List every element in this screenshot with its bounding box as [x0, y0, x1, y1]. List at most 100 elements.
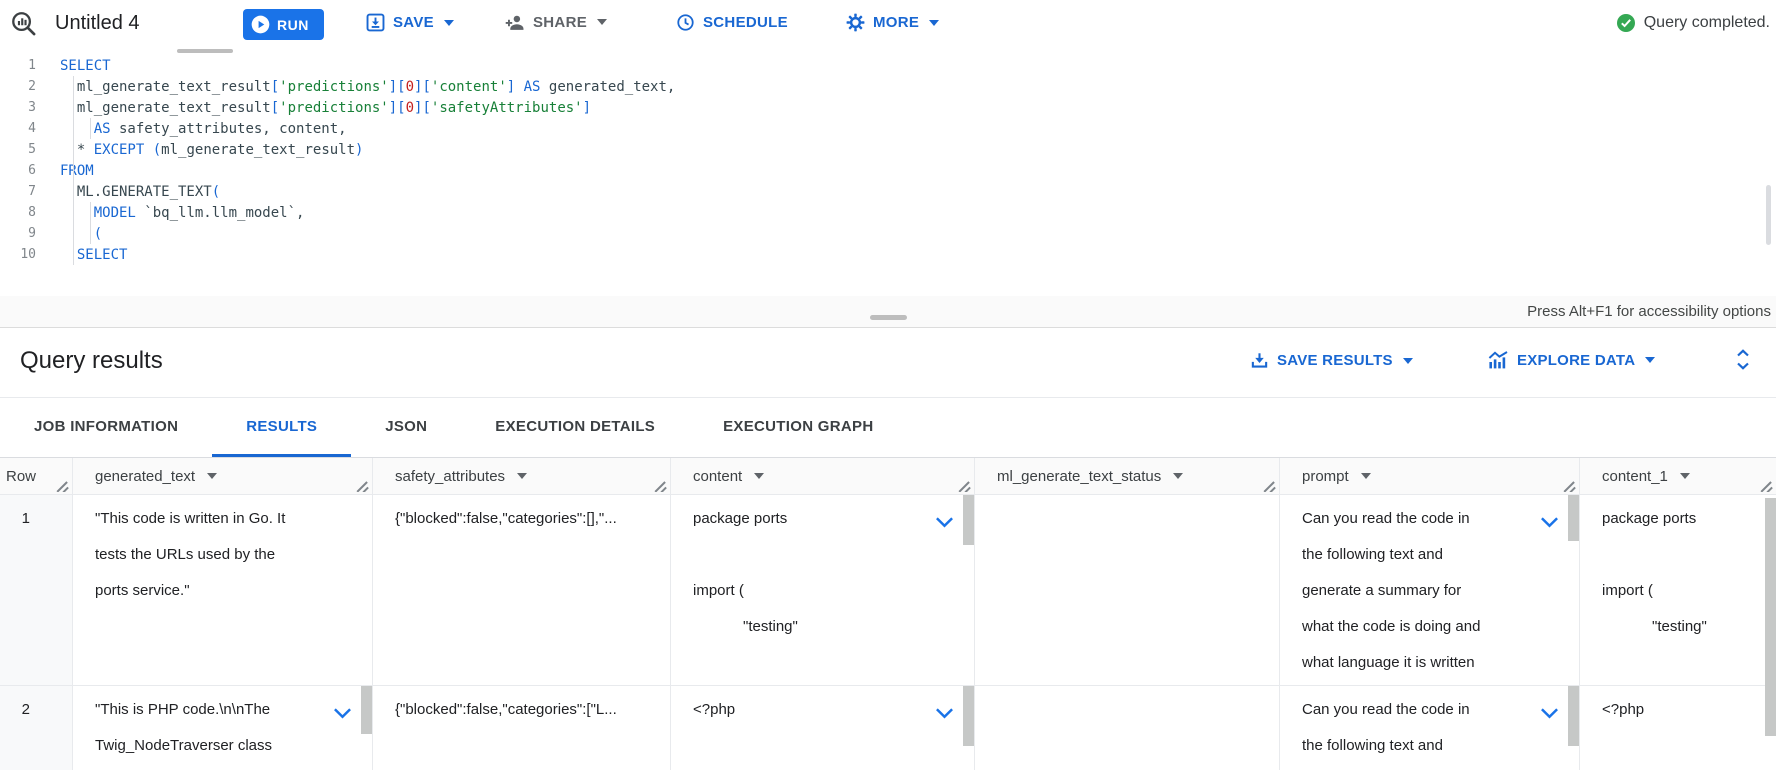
schedule-button[interactable]: SCHEDULE: [676, 13, 788, 32]
expand-cell-icon[interactable]: [333, 697, 352, 733]
table-header-row: Row generated_text safety_attributes conten…: [0, 458, 1776, 495]
column-menu-caret-icon[interactable]: [207, 473, 217, 479]
save-results-label: SAVE RESULTS: [1277, 352, 1393, 369]
column-resize-handle[interactable]: [1263, 479, 1277, 492]
query-status-text: Query completed.: [1644, 14, 1770, 32]
line-number: 4: [0, 121, 36, 136]
cell-content: <?php/*: [671, 686, 975, 770]
bigquery-console: Untitled 4 RUN SAVE: [0, 0, 1776, 770]
tab-job-information[interactable]: JOB INFORMATION: [0, 398, 212, 457]
column-header-content_1[interactable]: content_1: [1580, 458, 1776, 494]
code-line: 9 (: [0, 223, 1776, 244]
tab-results[interactable]: RESULTS: [212, 398, 351, 457]
cell-scrollbar-thumb[interactable]: [963, 686, 974, 746]
expand-cell-icon[interactable]: [935, 697, 954, 733]
explore-data-caret-icon: [1645, 357, 1655, 363]
column-resize-handle[interactable]: [1563, 479, 1577, 492]
cell-scrollbar-thumb[interactable]: [1568, 686, 1579, 746]
line-number: 1: [0, 58, 36, 73]
indent-guide: [90, 118, 91, 139]
sql-editor[interactable]: 1SELECT2 ml_generate_text_result['predic…: [0, 48, 1776, 296]
code-line: 3 ml_generate_text_result['predictions']…: [0, 97, 1776, 118]
code-line: 10 SELECT: [0, 244, 1776, 265]
expand-cell-icon[interactable]: [1540, 697, 1559, 733]
code-area[interactable]: 1SELECT2 ml_generate_text_result['predic…: [0, 48, 1776, 265]
column-label: content: [693, 468, 742, 485]
column-menu-caret-icon[interactable]: [1680, 473, 1690, 479]
cell-scrollbar-thumb[interactable]: [1568, 495, 1579, 541]
column-resize-handle[interactable]: [356, 479, 370, 492]
column-resize-handle[interactable]: [654, 479, 668, 492]
explore-data-button[interactable]: EXPLORE DATA: [1487, 351, 1655, 369]
save-label: SAVE: [393, 14, 434, 31]
save-results-caret-icon: [1403, 358, 1413, 364]
column-menu-caret-icon[interactable]: [1361, 473, 1371, 479]
tab-execution-details[interactable]: EXECUTION DETAILS: [461, 398, 689, 457]
column-header-ml_generate_text_status[interactable]: ml_generate_text_status: [975, 458, 1280, 494]
chart-icon: [1487, 351, 1509, 369]
share-dropdown-caret-icon: [597, 19, 607, 25]
line-number: 6: [0, 163, 36, 178]
play-icon: [251, 15, 270, 34]
code-line: 1SELECT: [0, 55, 1776, 76]
column-resize-handle[interactable]: [1760, 479, 1774, 492]
expand-cell-icon[interactable]: [935, 506, 954, 542]
save-button[interactable]: SAVE: [366, 13, 454, 32]
save-dropdown-caret-icon: [444, 20, 454, 26]
row-number: 2: [0, 686, 73, 770]
line-number: 8: [0, 205, 36, 220]
query-results-title: Query results: [20, 347, 163, 375]
more-label: MORE: [873, 14, 919, 31]
more-button[interactable]: MORE: [846, 13, 939, 32]
share-button[interactable]: SHARE: [504, 13, 607, 31]
query-tab-title: Untitled 4: [55, 12, 140, 35]
line-number: 3: [0, 100, 36, 115]
save-icon: [366, 13, 385, 32]
column-resize-handle[interactable]: [56, 479, 70, 492]
column-menu-caret-icon[interactable]: [1173, 473, 1183, 479]
column-header-safety_attributes[interactable]: safety_attributes: [373, 458, 671, 494]
clock-icon: [676, 13, 695, 32]
column-resize-handle[interactable]: [958, 479, 972, 492]
indent-guide: [73, 76, 74, 265]
more-dropdown-caret-icon: [929, 20, 939, 26]
column-header-row[interactable]: Row: [0, 458, 73, 494]
explore-data-label: EXPLORE DATA: [1517, 352, 1635, 369]
column-label: generated_text: [95, 468, 195, 485]
editor-drag-pill[interactable]: [177, 49, 233, 53]
tab-json[interactable]: JSON: [351, 398, 461, 457]
column-header-content[interactable]: content: [671, 458, 975, 494]
cell-safety_attributes: {"blocked":false,"categories":["L...: [373, 686, 671, 770]
schedule-label: SCHEDULE: [703, 14, 788, 31]
column-label: Row: [6, 468, 36, 485]
line-number: 9: [0, 226, 36, 241]
save-results-button[interactable]: SAVE RESULTS: [1250, 351, 1413, 370]
table-scrollbar-thumb[interactable]: [1765, 498, 1776, 736]
check-circle-icon: [1616, 13, 1636, 33]
cell-content_1: package portsimport ( "testing": [1580, 495, 1776, 685]
cell-ml_generate_text_status: [975, 495, 1280, 685]
column-header-generated_text[interactable]: generated_text: [73, 458, 373, 494]
editor-toolbar: Untitled 4 RUN SAVE: [0, 0, 1776, 48]
code-line: 4 AS safety_attributes, content,: [0, 118, 1776, 139]
panel-resize-handle[interactable]: [870, 315, 907, 320]
column-menu-caret-icon[interactable]: [754, 473, 764, 479]
cell-ml_generate_text_status: [975, 686, 1280, 770]
collapse-results-button[interactable]: [1735, 348, 1751, 376]
code-line: 2 ml_generate_text_result['predictions']…: [0, 76, 1776, 97]
cell-scrollbar-thumb[interactable]: [361, 686, 372, 734]
cell-scrollbar-thumb[interactable]: [963, 495, 974, 545]
expand-cell-icon[interactable]: [1540, 506, 1559, 542]
run-button[interactable]: RUN: [243, 9, 324, 40]
column-menu-caret-icon[interactable]: [517, 473, 527, 479]
column-label: prompt: [1302, 468, 1349, 485]
line-number: 7: [0, 184, 36, 199]
tab-execution-graph[interactable]: EXECUTION GRAPH: [689, 398, 907, 457]
column-header-prompt[interactable]: prompt: [1280, 458, 1580, 494]
code-line: 7 ML.GENERATE_TEXT(: [0, 181, 1776, 202]
table-body: 1"This code is written in Go. Ittests th…: [0, 495, 1776, 770]
editor-scrollbar[interactable]: [1766, 185, 1771, 245]
line-number: 2: [0, 79, 36, 94]
code-line: 6FROM: [0, 160, 1776, 181]
query-status: Query completed.: [1616, 13, 1770, 33]
